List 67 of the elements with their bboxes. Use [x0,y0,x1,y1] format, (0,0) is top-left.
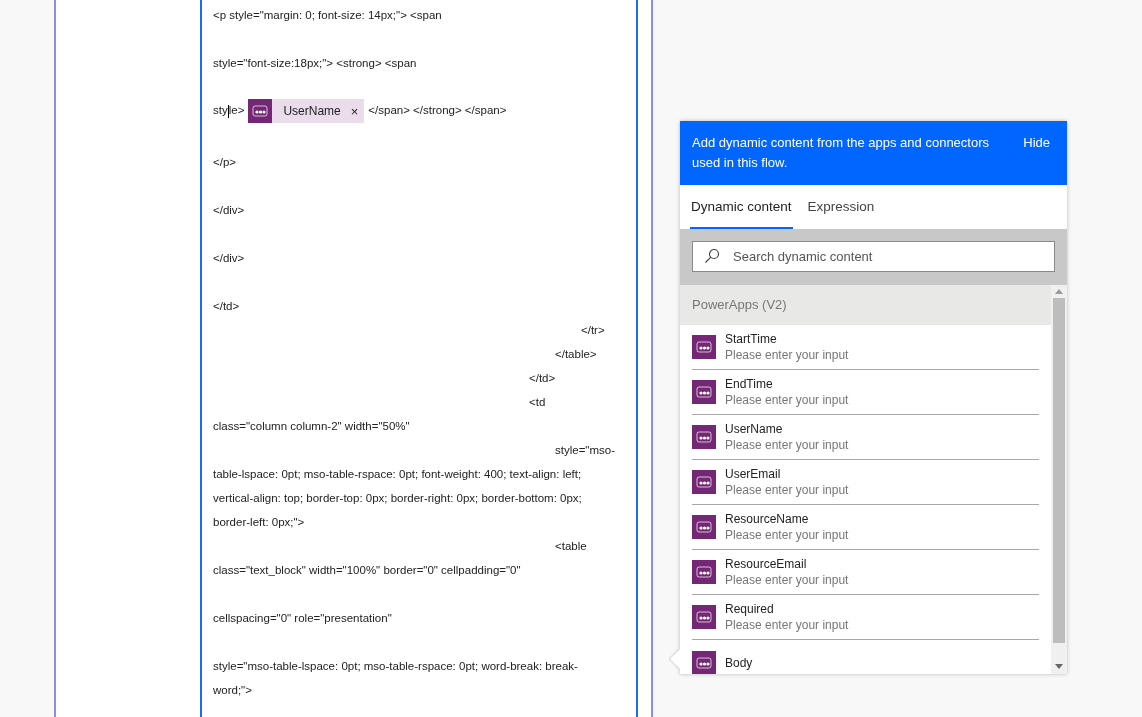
code-text: </p> [213,155,237,170]
search-field[interactable]: Search dynamic content [692,241,1055,272]
hide-button[interactable]: Hide [1023,133,1050,153]
dynamic-content-item[interactable]: UserEmail Please enter your input [692,460,1039,505]
powerapps-icon [692,515,716,539]
search-icon [704,248,720,264]
item-description: Please enter your input [725,572,849,588]
powerapps-icon [692,380,716,404]
item-name: Body [725,654,753,671]
dynamic-content-item[interactable]: StartTime Please enter your input [692,325,1039,370]
item-description: Please enter your input [725,347,849,363]
item-name: ResourceEmail [725,556,808,572]
item-name: Required [725,601,775,617]
dynamic-content-item[interactable]: UserName Please enter your input [692,415,1039,460]
code-text: style="font-size:18px;"> <strong> <span [213,56,417,71]
code-text: class="column column-2" width="50%" [213,419,410,434]
code-text: vertical-align: top; border-top: 0px; border-right: 0px; border-bottom: 0px; [213,491,582,506]
code-text: cellspacing="0" role="presentation" [213,611,392,626]
dynamic-content-item[interactable]: ResourceName Please enter your input [692,505,1039,550]
code-text: <p style="margin: 0; font-size: 14px;"> <span [213,8,442,23]
code-text: style> [213,103,245,120]
panel-message: Add dynamic content from the apps and connectors used in this flow. [692,134,990,172]
item-name: UserName [725,421,784,437]
panel-tab[interactable]: Expression [806,185,876,229]
scrollbar-thumb[interactable] [1053,298,1065,643]
html-editor[interactable] [200,0,638,717]
powerapps-icon [692,425,716,449]
item-description: Please enter your input [725,527,849,543]
powerapps-icon [692,335,716,359]
item-description: Please enter your input [725,617,849,633]
code-text: </span> </strong> </span> [368,103,507,119]
code-text: <td [529,395,546,410]
dynamic-content-item[interactable]: Required Please enter your input [692,595,1039,640]
code-text: class="text_block" width="100%" border="0" cellpadding="0" [213,563,521,578]
scroll-up-icon[interactable] [1055,289,1063,294]
powerapps-icon [692,560,716,584]
token-chip[interactable]: UserName × [248,99,365,123]
code-text: </td> [213,299,240,314]
item-description: Please enter your input [725,392,849,408]
item-name: UserEmail [725,466,782,482]
code-text: border-left: 0px;"> [213,515,305,530]
item-name: ResourceName [725,511,810,527]
scroll-down-icon[interactable] [1055,664,1063,669]
code-text: <table [555,539,587,554]
powerapps-icon [692,605,716,629]
powerapps-icon [692,470,716,494]
token-label: UserName [283,103,341,120]
code-text: style="mso-table-lspace: 0pt; mso-table-rspace: 0pt; word-break: break- [213,659,578,674]
item-name: StartTime [725,331,778,347]
code-text: word;"> [213,683,252,698]
dynamic-content-item[interactable]: ResourceEmail Please enter your input [692,550,1039,595]
code-text: </tr> [581,323,605,338]
code-text: </div> [213,203,245,218]
code-text: style="mso- [555,443,615,458]
scrollbar[interactable] [1051,285,1067,674]
item-description: Please enter your input [725,437,849,453]
code-text: table-lspace: 0pt; mso-table-rspace: 0pt; font-weight: 400; text-align: left; [213,467,582,482]
code-text: </td> [529,371,556,386]
powerapps-icon [248,99,273,123]
dynamic-content-item[interactable]: EndTime Please enter your input [692,370,1039,415]
dynamic-content-item[interactable]: Body [692,640,1039,674]
code-text: </table> [555,347,597,362]
code-text: </div> [213,251,245,266]
item-description: Please enter your input [725,482,849,498]
remove-token-button[interactable]: × [350,104,359,118]
item-name: EndTime [725,376,774,392]
group-header: PowerApps (V2) [680,285,1051,325]
